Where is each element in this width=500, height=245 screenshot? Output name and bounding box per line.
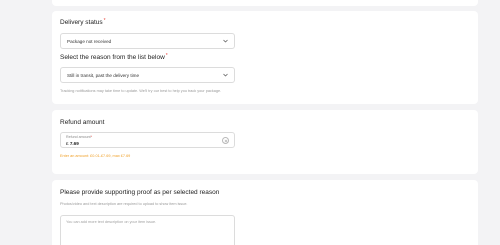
description-textarea[interactable]: You can add more text description on you… [60, 215, 235, 245]
delivery-card: Delivery status* Package not received Se… [52, 11, 478, 104]
refund-card: Refund amount Refund amount* £ 7.69 Ente… [52, 110, 478, 174]
proof-title: Please provide supporting proof as per s… [60, 189, 220, 196]
amount: 7.69 [69, 141, 79, 146]
refund-amount-warning: Enter an amount: £0.01-£7.69, max £7.69 [60, 154, 131, 158]
description-placeholder: You can add more text description on you… [66, 220, 157, 224]
chevron-down-icon [222, 72, 228, 78]
refund-amount-input[interactable]: Refund amount* £ 7.69 [60, 132, 235, 148]
required-marker: * [165, 53, 168, 59]
delivery-status-value: Package not received [67, 38, 112, 44]
chevron-down-icon [222, 38, 228, 44]
previous-section-card [52, 0, 478, 6]
currency-symbol: £ [66, 141, 69, 146]
reason-value: Still in transit, past the delivery time [67, 72, 139, 78]
required-marker: * [103, 18, 106, 24]
delivery-status-label: Delivery status* [60, 18, 106, 26]
refund-amount-value: £ 7.69 [66, 141, 79, 146]
tracking-hint: Tracking notifications may take time to … [60, 89, 222, 93]
page: Delivery status* Package not received Se… [0, 0, 500, 245]
clear-icon[interactable] [222, 137, 229, 144]
refund-amount-field-label: Refund amount* [66, 135, 92, 139]
proof-subtitle: Photos/video and text description are re… [60, 202, 188, 206]
reason-label: Select the reason from the list below* [60, 53, 168, 61]
proof-card: Please provide supporting proof as per s… [52, 180, 478, 245]
reason-select[interactable]: Still in transit, past the delivery time [60, 67, 235, 83]
required-marker: * [90, 135, 92, 139]
refund-amount-title: Refund amount [60, 119, 105, 126]
delivery-status-select[interactable]: Package not received [60, 33, 235, 49]
